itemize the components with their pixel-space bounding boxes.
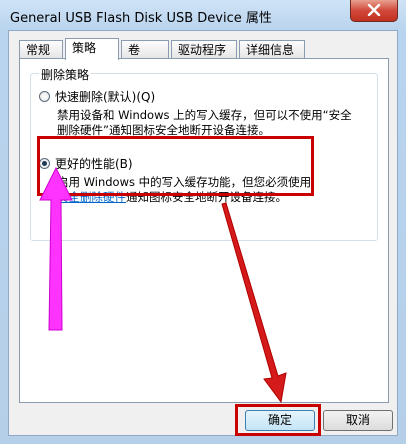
red-arrow-icon — [221, 202, 287, 404]
annotation-overlay — [39, 166, 287, 404]
tab-policy[interactable]: 策略 — [65, 38, 119, 60]
magenta-arrow-icon — [39, 166, 73, 331]
properties-window: General USB Flash Disk USB Device 属性 常规 … — [0, 0, 406, 444]
